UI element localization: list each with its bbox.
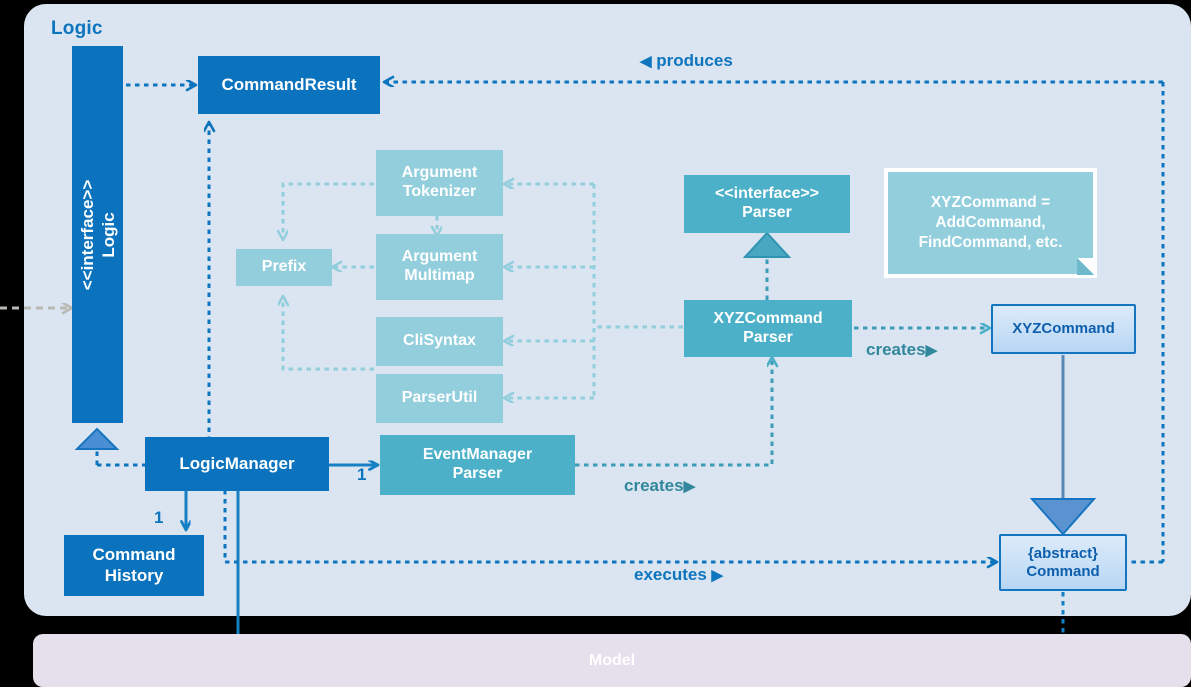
- event-manager-parser-label: EventManager Parser: [423, 446, 532, 484]
- command-history-line1: Command: [92, 545, 176, 565]
- multiplicity-logicmanager-eventparser: 1: [357, 465, 367, 484]
- node-model[interactable]: Model: [33, 634, 1191, 687]
- argument-multimap-line2: Multimap: [404, 267, 475, 284]
- logic-interface-text: <<interface>> Logic: [76, 179, 119, 290]
- multiplicity-logicmanager-commandhistory: 1: [154, 508, 164, 527]
- note-line1: XYZCommand =: [930, 193, 1051, 211]
- note-fold-corner-icon: [1077, 258, 1094, 275]
- logic-manager-label: LogicManager: [179, 453, 295, 473]
- edge-label-creates-event: creates: [624, 476, 684, 495]
- abstract-command-line1: {abstract}: [1027, 544, 1099, 562]
- model-label: Model: [588, 651, 636, 669]
- node-cli-syntax[interactable]: CliSyntax: [376, 317, 503, 366]
- node-logic-interface[interactable]: <<interface>> Logic: [72, 46, 123, 423]
- node-prefix[interactable]: Prefix: [236, 249, 332, 286]
- argument-multimap-label: Argument Multimap: [402, 248, 478, 286]
- note-line2: AddCommand,: [935, 213, 1046, 231]
- edge-label-creates-parser-group: creates▶: [866, 340, 938, 359]
- edge-label-executes-group: executes ▶: [634, 565, 724, 584]
- parser-interface-label: <<interface>> Parser: [715, 185, 819, 223]
- argument-multimap-line1: Argument: [401, 248, 478, 266]
- xyz-command-parser-label: XYZCommand Parser: [713, 310, 822, 348]
- node-command-result[interactable]: CommandResult: [198, 56, 380, 114]
- node-command-history[interactable]: Command History: [64, 535, 204, 596]
- argument-tokenizer-line1: Argument: [401, 164, 478, 182]
- node-parser-interface[interactable]: <<interface>> Parser: [684, 175, 850, 233]
- node-xyz-command-parser[interactable]: XYZCommand Parser: [684, 300, 852, 357]
- parser-interface-name: Parser: [742, 204, 792, 221]
- edge-label-produces: produces: [656, 51, 733, 70]
- parser-interface-stereotype: <<interface>>: [714, 185, 820, 203]
- edge-label-creates-parser: creates: [866, 340, 926, 359]
- node-abstract-command[interactable]: {abstract} Command: [999, 534, 1127, 591]
- note-xyz-command: XYZCommand = AddCommand, FindCommand, et…: [884, 168, 1097, 278]
- uml-class-diagram: Logic <<interface>> Logic CommandResult …: [0, 0, 1191, 687]
- note-text: XYZCommand = AddCommand, FindCommand, et…: [919, 193, 1063, 253]
- command-history-label: Command History: [92, 545, 175, 585]
- parser-util-label: ParserUtil: [401, 389, 478, 407]
- event-manager-parser-line2: Parser: [452, 465, 503, 482]
- xyz-command-parser-line1: XYZCommand: [713, 309, 823, 327]
- edge-label-produces-group: ◀ produces: [640, 51, 733, 70]
- prefix-label: Prefix: [261, 258, 307, 276]
- command-history-line2: History: [104, 565, 164, 585]
- abstract-command-line2: Command: [1026, 562, 1100, 580]
- logic-interface-name: Logic: [98, 211, 118, 258]
- xyz-command-label: XYZCommand: [1012, 320, 1115, 338]
- node-event-manager-parser[interactable]: EventManager Parser: [380, 435, 575, 495]
- node-logic-manager[interactable]: LogicManager: [145, 437, 329, 491]
- edge-label-creates-event-group: creates▶: [624, 476, 696, 495]
- panel-title-logic: Logic: [51, 18, 103, 39]
- edge-label-executes: executes: [634, 565, 707, 584]
- node-parser-util[interactable]: ParserUtil: [376, 374, 503, 423]
- argument-tokenizer-line2: Tokenizer: [402, 183, 477, 200]
- logic-interface-stereotype: <<interface>>: [77, 179, 97, 290]
- cli-syntax-label: CliSyntax: [403, 332, 476, 350]
- argument-tokenizer-label: Argument Tokenizer: [402, 164, 478, 202]
- node-argument-tokenizer[interactable]: Argument Tokenizer: [376, 150, 503, 216]
- command-result-label: CommandResult: [221, 74, 357, 94]
- event-manager-parser-line1: EventManager: [422, 446, 533, 464]
- node-argument-multimap[interactable]: Argument Multimap: [376, 234, 503, 300]
- node-xyz-command[interactable]: XYZCommand: [991, 304, 1136, 354]
- xyz-command-parser-line2: Parser: [743, 328, 793, 346]
- note-line3: FindCommand, etc.: [918, 234, 1063, 252]
- abstract-command-label: {abstract} Command: [1026, 545, 1099, 580]
